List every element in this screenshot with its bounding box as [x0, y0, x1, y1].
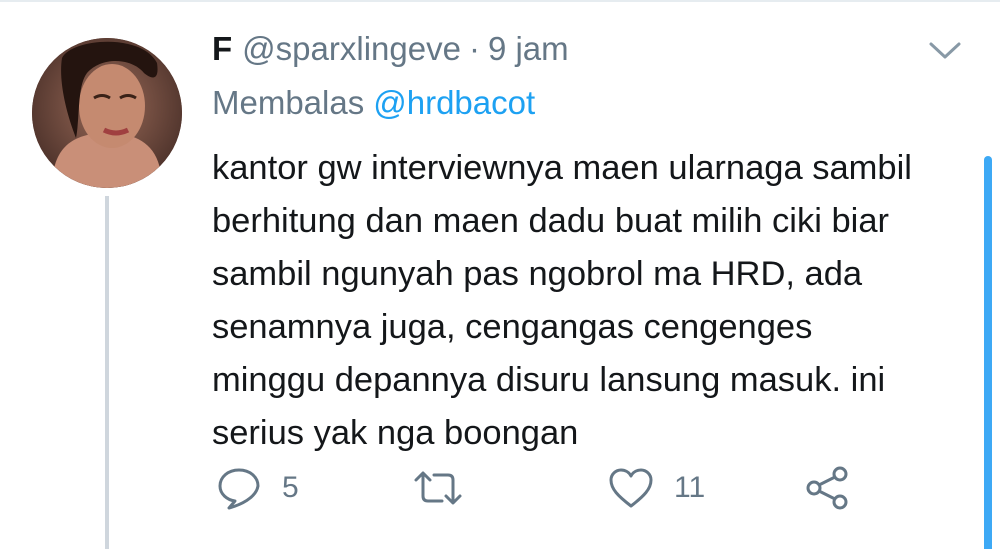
top-divider: [0, 0, 1000, 2]
reply-icon: [218, 468, 260, 510]
author-name[interactable]: F: [212, 30, 232, 68]
like-count: 11: [674, 471, 706, 504]
avatar[interactable]: [32, 38, 182, 188]
heart-icon: [609, 468, 653, 508]
chevron-down-icon: [929, 42, 961, 59]
tweet-header: F @sparxlingeve · 9 jam: [212, 30, 569, 76]
avatar-image: [32, 38, 182, 188]
header-separator: ·: [468, 30, 480, 67]
like-button[interactable]: 11: [608, 458, 705, 518]
tweet-menu-button[interactable]: [928, 38, 962, 64]
reply-button[interactable]: 5: [216, 458, 299, 518]
share-icon: [806, 466, 848, 510]
author-handle[interactable]: @sparxlingeve: [242, 30, 461, 68]
reply-context: Membalas @hrdbacot: [212, 84, 535, 122]
reply-mention-link[interactable]: @hrdbacot: [373, 84, 535, 121]
retweet-button[interactable]: [412, 458, 484, 518]
tweet-time[interactable]: 9 jam: [488, 30, 569, 68]
tweet-text: kantor gw interviewnya maen ularnaga sam…: [212, 149, 912, 452]
tweet-actions: 5 11: [0, 458, 1000, 518]
reply-label: Membalas: [212, 84, 365, 121]
reply-count: 5: [282, 471, 299, 504]
share-button[interactable]: [804, 458, 850, 518]
retweet-icon: [414, 471, 462, 505]
